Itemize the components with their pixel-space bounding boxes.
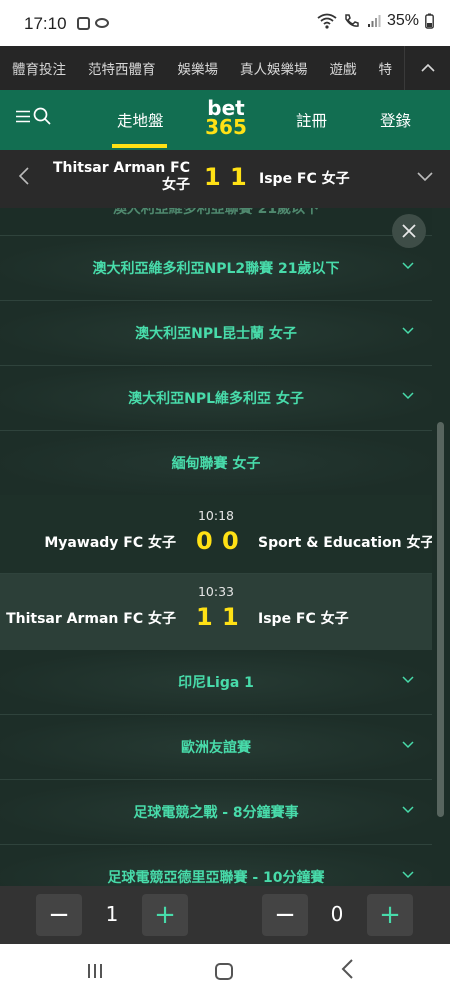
away-team: Ispe FC 女子 bbox=[258, 611, 349, 627]
register-button[interactable]: 註冊 bbox=[296, 109, 327, 131]
competition-name-partial: 澳大利亞維多利亞聯賽 21歲以下 bbox=[112, 208, 320, 217]
login-button[interactable]: 登錄 bbox=[380, 109, 411, 131]
cat-games[interactable]: 遊戲 bbox=[319, 58, 368, 78]
main-header: 走地盤 bet 365 註冊 登錄 bbox=[0, 90, 450, 150]
match-row[interactable]: 10:18 Myawady FC 女子 0 0 Sport & Educatio… bbox=[0, 498, 432, 574]
back-icon[interactable] bbox=[340, 958, 354, 986]
sticky-match-bar: Thitsar Arman FC 女子 1 1 Ispe FC 女子 bbox=[0, 150, 450, 208]
app-notification-icon-2 bbox=[95, 18, 109, 28]
home-team: Myawady FC 女子 bbox=[44, 535, 176, 551]
score-stepper-bar: − 1 + − 0 + bbox=[0, 886, 450, 944]
competition-name: 印尼Liga 1 bbox=[178, 675, 254, 691]
previous-match-chevron-icon[interactable] bbox=[18, 166, 30, 192]
close-icon[interactable] bbox=[392, 214, 426, 248]
home-icon[interactable] bbox=[215, 963, 233, 980]
sticky-home-score: 1 bbox=[204, 163, 221, 191]
sticky-away-team: Ispe FC 女子 bbox=[259, 171, 350, 187]
chevron-down-icon bbox=[402, 800, 414, 818]
cat-sports-betting[interactable]: 體育投注 bbox=[0, 58, 77, 78]
sticky-away-score: 1 bbox=[230, 163, 247, 191]
chevron-down-icon bbox=[402, 865, 414, 883]
battery-percent: 35% bbox=[386, 12, 419, 29]
competition-row-partial[interactable]: 澳大利亞維多利亞聯賽 21歲以下 bbox=[0, 208, 432, 236]
competition-name: 歐洲友誼賽 bbox=[181, 740, 251, 756]
competition-row[interactable]: 澳大利亞NPL昆士蘭 女子 bbox=[0, 301, 432, 366]
away-minus-button[interactable]: − bbox=[262, 894, 308, 936]
sticky-home-team: Thitsar Arman FC 女子 bbox=[53, 160, 190, 194]
battery-icon bbox=[425, 13, 434, 29]
app-notification-icon bbox=[77, 17, 90, 30]
match-row-selected[interactable]: 10:33 Thitsar Arman FC 女子 1 1 Ispe FC 女子 bbox=[0, 574, 432, 650]
away-score: 1 bbox=[222, 603, 239, 631]
search-icon bbox=[33, 107, 51, 125]
sticky-home-team-line1: Thitsar Arman FC bbox=[52, 160, 190, 176]
competition-name: 緬甸聯賽 女子 bbox=[171, 456, 261, 472]
chevron-down-icon bbox=[402, 321, 414, 339]
away-plus-button[interactable]: + bbox=[367, 894, 413, 936]
away-stepper-value: 0 bbox=[330, 902, 344, 926]
competition-list: 澳大利亞維多利亞聯賽 21歲以下 澳大利亞維多利亞NPL2聯賽 21歲以下 澳大… bbox=[0, 208, 432, 886]
competition-name: 澳大利亞NPL昆士蘭 女子 bbox=[135, 326, 297, 342]
status-right: 35% bbox=[317, 12, 434, 30]
android-nav-bar bbox=[0, 944, 450, 1000]
competition-row[interactable]: 澳大利亞維多利亞NPL2聯賽 21歲以下 bbox=[0, 236, 432, 301]
competition-row[interactable]: 足球電競之戰 - 8分鐘賽事 bbox=[0, 780, 432, 845]
logo-text-365: 365 bbox=[205, 115, 247, 139]
home-plus-button[interactable]: + bbox=[142, 894, 188, 936]
status-time: 17:10 bbox=[24, 14, 67, 33]
cat-special[interactable]: 特 bbox=[368, 58, 404, 78]
menu-icon bbox=[16, 110, 30, 122]
wifi-icon bbox=[317, 13, 337, 29]
status-bar: 17:10 35% bbox=[0, 0, 450, 46]
chevron-down-icon bbox=[402, 386, 414, 404]
live-tab-indicator bbox=[112, 144, 167, 148]
chevron-down-icon bbox=[402, 256, 414, 274]
competition-name: 足球電競亞德里亞聯賽 - 10分鐘賽 bbox=[107, 870, 325, 886]
chevron-up-icon[interactable] bbox=[404, 46, 450, 90]
expand-chevron-down-icon[interactable] bbox=[416, 164, 434, 188]
home-minus-button[interactable]: − bbox=[36, 894, 82, 936]
call-icon bbox=[345, 14, 359, 27]
match-time: 10:33 bbox=[197, 584, 235, 599]
scrollbar-thumb[interactable] bbox=[437, 422, 444, 817]
competition-name: 足球電競之戰 - 8分鐘賽事 bbox=[133, 805, 299, 821]
competition-row[interactable]: 澳大利亞NPL維多利亞 女子 bbox=[0, 366, 432, 431]
home-stepper-value: 1 bbox=[105, 902, 119, 926]
away-team: Sport & Education 女子 bbox=[258, 535, 432, 551]
home-score: 1 bbox=[196, 603, 213, 631]
cat-fantasy-sports[interactable]: 范特西體育 bbox=[77, 58, 167, 78]
home-score: 0 bbox=[196, 527, 213, 555]
competition-header-myanmar[interactable]: 緬甸聯賽 女子 bbox=[0, 431, 432, 495]
home-team: Thitsar Arman FC 女子 bbox=[6, 611, 176, 627]
competition-row[interactable]: 足球電競亞德里亞聯賽 - 10分鐘賽 bbox=[0, 845, 432, 886]
competition-row[interactable]: 印尼Liga 1 bbox=[0, 650, 432, 715]
category-nav: 體育投注 范特西體育 娛樂場 真人娛樂場 遊戲 特 bbox=[0, 46, 450, 90]
chevron-down-icon bbox=[402, 670, 414, 688]
cat-live-casino[interactable]: 真人娛樂場 bbox=[229, 58, 319, 78]
recent-apps-icon[interactable] bbox=[88, 964, 102, 978]
cat-casino[interactable]: 娛樂場 bbox=[167, 58, 230, 78]
signal-icon bbox=[367, 15, 381, 27]
chevron-down-icon bbox=[402, 735, 414, 753]
sticky-home-team-line2: 女子 bbox=[162, 177, 190, 193]
menu-search-button[interactable] bbox=[16, 107, 51, 125]
match-time: 10:18 bbox=[197, 508, 235, 523]
competition-row[interactable]: 歐洲友誼賽 bbox=[0, 715, 432, 780]
competition-name: 澳大利亞NPL維多利亞 女子 bbox=[128, 391, 304, 407]
bet365-logo[interactable]: bet 365 bbox=[200, 98, 252, 139]
tab-live[interactable]: 走地盤 bbox=[117, 109, 164, 131]
away-score: 0 bbox=[222, 527, 239, 555]
competition-name: 澳大利亞維多利亞NPL2聯賽 21歲以下 bbox=[92, 261, 340, 277]
